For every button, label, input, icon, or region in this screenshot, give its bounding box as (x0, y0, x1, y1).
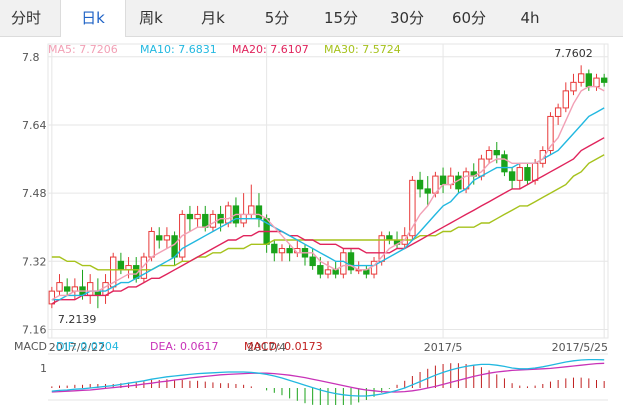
macd-legend-macd: MACD: 0.0173 (244, 340, 323, 353)
candle-up (209, 213, 217, 228)
x-tick-label: 2017/5/25 (552, 341, 608, 354)
candle-up (593, 77, 600, 88)
candle-down (317, 265, 324, 275)
tab-15min[interactable]: 15分 (312, 0, 370, 36)
candle-down (271, 243, 278, 254)
candle-up (278, 248, 286, 254)
kline-chart[interactable]: 7.167.327.487.647.82017/2/22 2017/4 2017/5… (0, 36, 623, 405)
min-price-label: 7.2139 (58, 313, 97, 326)
candle-down (455, 175, 462, 190)
tab-monthly-k[interactable]: 月k (186, 0, 240, 36)
macd-tick-label: 1 (40, 362, 47, 375)
tab-30min[interactable]: 30分 (378, 0, 436, 36)
macd-legend-dif: DIF: 0.0704 (56, 340, 119, 353)
max-price-label: 7.7602 (554, 47, 593, 60)
macd-legend-dea: DEA: 0.0617 (150, 340, 218, 353)
candle-down (171, 235, 178, 258)
candle-down (439, 175, 447, 186)
candle-down (585, 73, 593, 88)
candle-up (163, 235, 171, 241)
candle-down (255, 205, 263, 220)
y-tick-label: 7.8 (22, 51, 40, 64)
tab-daily-k[interactable]: 日k (60, 0, 126, 37)
candle-up (194, 213, 201, 220)
tab-60min[interactable]: 60分 (440, 0, 498, 36)
tab-intraday[interactable]: 分时 (0, 0, 52, 36)
candle-up (340, 252, 347, 275)
candle-down (524, 167, 531, 181)
candle-up (102, 282, 109, 296)
candle-up (577, 73, 585, 83)
legend-ma10: MA10: 7.6831 (140, 43, 217, 56)
candle-down (416, 179, 424, 190)
period-tab-bar: 分时 日k 周k 月k 5分 15分 30分 60分 4h (0, 0, 623, 37)
candle-up (87, 282, 94, 296)
candle-down (186, 213, 194, 220)
candle-up (324, 269, 332, 275)
candle-up (48, 290, 56, 305)
candle-down (600, 77, 608, 83)
candle-up (248, 205, 255, 215)
candle-down (309, 256, 316, 267)
candle-down (63, 286, 71, 292)
candle-up (56, 282, 63, 292)
candle-up (225, 205, 232, 224)
legend-ma5: MA5: 7.7206 (48, 43, 118, 56)
plot-frame (47, 43, 609, 339)
legend-ma20: MA20: 7.6107 (232, 43, 309, 56)
candle-down (117, 260, 125, 271)
candle-down (493, 150, 500, 156)
x-tick-label: 2017/5 (424, 341, 463, 354)
candle-up (485, 150, 493, 160)
candle-down (286, 248, 293, 254)
candle-down (508, 171, 516, 181)
candle-up (570, 81, 577, 92)
candle-down (202, 213, 209, 228)
y-tick-label: 7.32 (22, 255, 47, 268)
legend-ma30: MA30: 7.5724 (324, 43, 401, 56)
candle-up (516, 167, 523, 181)
macd-title: MACD (14, 340, 47, 353)
candle-up (531, 162, 539, 181)
y-tick-label: 7.16 (22, 323, 47, 336)
y-tick-label: 7.48 (22, 187, 47, 200)
candle-down (156, 235, 163, 241)
candle-up (554, 107, 562, 117)
dea-line (51, 362, 605, 393)
candle-up (148, 230, 155, 258)
y-tick-label: 7.64 (22, 119, 47, 132)
candle-down (424, 188, 431, 194)
tab-4h[interactable]: 4h (508, 0, 552, 36)
candle-down (501, 154, 508, 173)
tab-weekly-k[interactable]: 周k (124, 0, 178, 36)
candle-up (562, 90, 569, 109)
tab-5min[interactable]: 5分 (250, 0, 304, 36)
